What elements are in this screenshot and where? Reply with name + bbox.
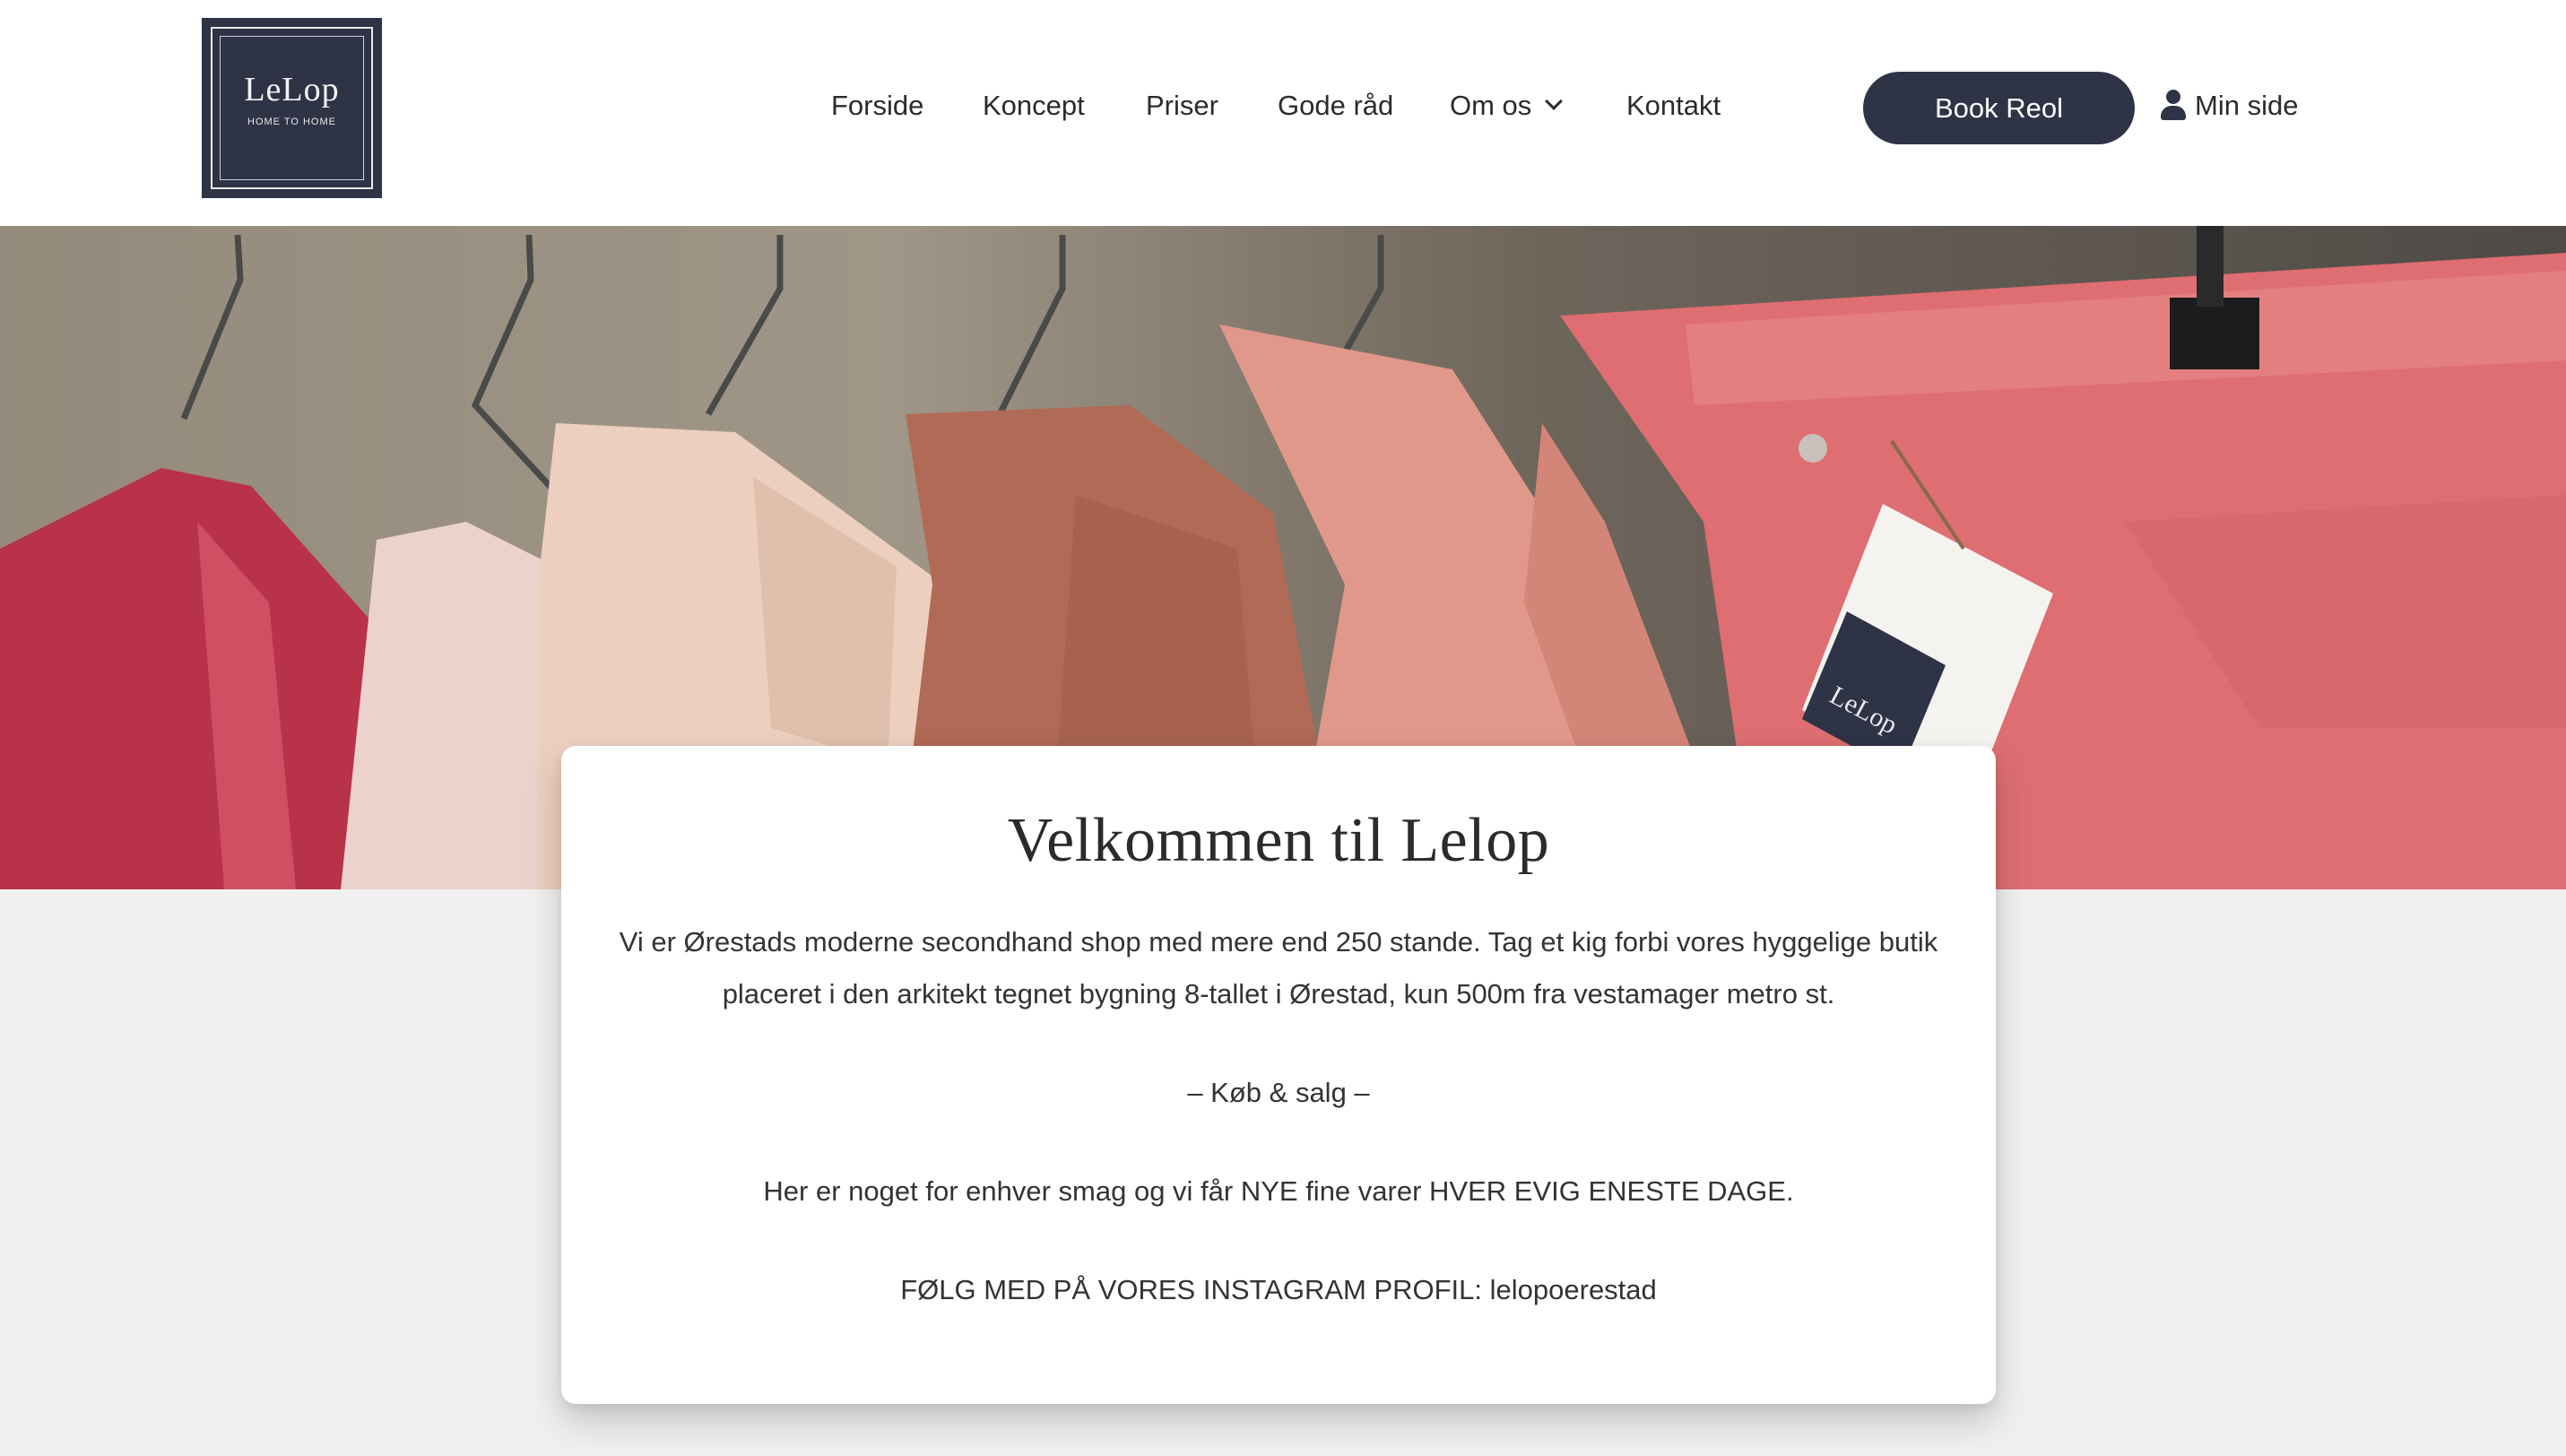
welcome-intro-text: Vi er Ørestads moderne secondhand shop m… [619, 926, 1938, 1010]
nav-item-kontakt[interactable]: Kontakt [1626, 86, 1721, 126]
user-icon [2161, 89, 2186, 120]
nav-item-koncept[interactable]: Koncept [983, 86, 1085, 126]
instagram-text: FØLG MED PÅ VORES INSTAGRAM PROFIL: lelo… [900, 1274, 1657, 1305]
welcome-title: Velkommen til Lelop [1007, 806, 1550, 875]
user-icon-head [2166, 89, 2180, 104]
nav-item-om-os-label: Om os [1450, 90, 1532, 121]
min-side-link[interactable]: Min side [2161, 86, 2298, 126]
chevron-down-icon [1545, 92, 1564, 110]
nav-item-forside[interactable]: Forside [831, 86, 923, 126]
logo-subtitle: HOME TO HOME [247, 117, 336, 127]
user-icon-body [2161, 105, 2186, 120]
site-header: LeLop HOME TO HOME Forside Koncept Prise… [0, 0, 2566, 226]
min-side-label: Min side [2195, 90, 2299, 121]
book-reol-button[interactable]: Book Reol [1863, 72, 2135, 144]
buy-sell-text: – Køb & salg – [1187, 1077, 1370, 1108]
logo-title: LeLop [244, 71, 340, 108]
nav-item-gode-raad[interactable]: Gode råd [1278, 86, 1393, 126]
welcome-card: Velkommen til Lelop Vi er Ørestads moder… [561, 746, 1996, 1404]
lelop-logo[interactable]: LeLop HOME TO HOME [202, 18, 382, 198]
new-items-text: Her er noget for enhver smag og vi får N… [763, 1175, 1794, 1207]
nav-item-priser[interactable]: Priser [1146, 86, 1218, 126]
nav-item-om-os[interactable]: Om os [1450, 86, 1564, 126]
